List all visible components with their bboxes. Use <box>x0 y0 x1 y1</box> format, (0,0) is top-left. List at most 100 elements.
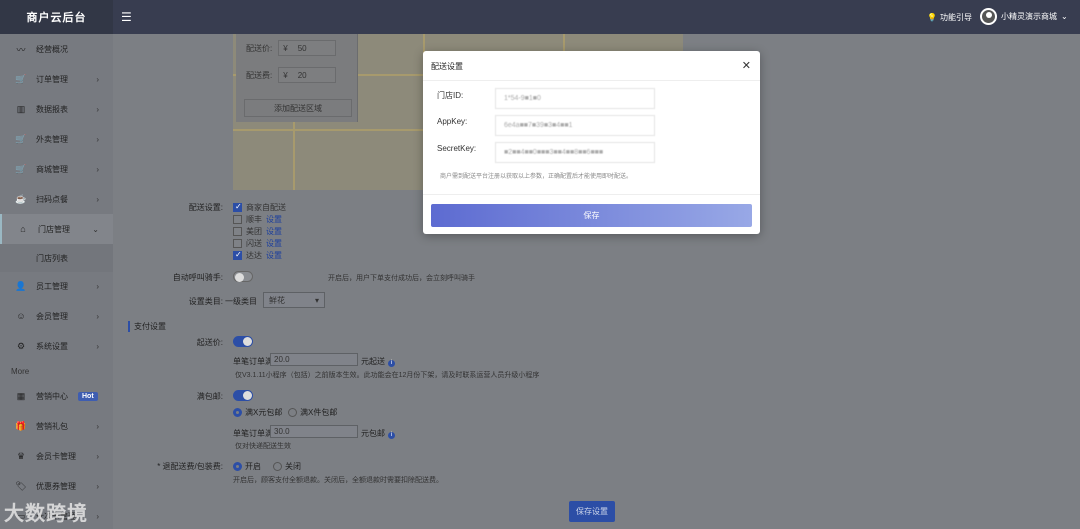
option-label: 顺丰 <box>246 215 262 224</box>
brand-title: 商户云后台 <box>0 0 113 34</box>
free-ship-suffix: 元包邮 i <box>361 428 395 439</box>
sidebar-item-mall[interactable]: 🛒 商城管理 › <box>0 154 113 184</box>
sidebar-item-label: 外卖管理 <box>36 134 68 144</box>
save-settings-button[interactable]: 保存设置 <box>569 501 615 522</box>
auto-call-toggle[interactable] <box>233 271 253 282</box>
chevron-right-icon: › <box>96 194 99 204</box>
sidebar-item-gift[interactable]: 🎁 营销礼包 › <box>0 411 113 441</box>
sidebar-item-label: 营销中心 <box>36 391 68 401</box>
sidebar-item-marketing[interactable]: ▦ 营销中心 Hot <box>0 381 113 411</box>
store-id-input[interactable]: 1*54-9■1■0 <box>495 88 655 109</box>
auto-call-label: 自动呼叫骑手: <box>172 273 223 282</box>
delivery-option-sf[interactable]: 顺丰 设置 <box>233 214 282 225</box>
delivery-label: 配送设置: <box>188 203 223 212</box>
currency-symbol: ¥ <box>283 70 288 80</box>
sidebar-item-settings[interactable]: ⚙ 系统设置 › <box>0 331 113 361</box>
chevron-right-icon: › <box>96 104 99 114</box>
setting-link[interactable]: 设置 <box>266 238 282 249</box>
sidebar-item-member-card[interactable]: ♛ 会员卡管理 › <box>0 441 113 471</box>
sidebar-item-scan-order[interactable]: ☕ 扫码点餐 › <box>0 184 113 214</box>
zone-fee-value: 20 <box>297 70 307 80</box>
user-menu[interactable]: 小精灵演示商城 ⌄ <box>980 8 1068 25</box>
menu-icon[interactable]: ☰ <box>121 10 132 24</box>
sidebar-item-reports[interactable]: ▥ 数据报表 › <box>0 94 113 124</box>
option-label: 美团 <box>246 227 262 236</box>
radio-selected[interactable] <box>233 408 242 418</box>
chevron-right-icon: › <box>96 481 99 491</box>
setting-link[interactable]: 设置 <box>266 214 282 225</box>
store-id-label: 门店ID: <box>437 91 464 100</box>
radio-label: 开启 <box>245 462 261 471</box>
checkbox[interactable] <box>233 250 242 260</box>
category-select[interactable]: 鲜花 ▾ <box>263 292 325 308</box>
sidebar-item-staff[interactable]: 👤 员工管理 › <box>0 271 113 301</box>
modal-save-button[interactable]: 保存 <box>431 204 752 227</box>
sidebar-item-stores[interactable]: ⌂ 门店管理 ⌄ <box>0 214 113 244</box>
chevron-right-icon: › <box>96 134 99 144</box>
sidebar: 〰经营概况 🛒 订单管理 › ▥ 数据报表 › 🛒 外卖管理 › 🛒 商城管理 › ☕ 扫码点餐 ›… <box>0 34 113 529</box>
radio-label: 满X件包邮 <box>300 408 338 417</box>
chevron-right-icon: › <box>96 451 99 461</box>
watermark: 大数跨境 <box>4 503 88 525</box>
setting-link[interactable]: 设置 <box>266 250 282 261</box>
info-icon[interactable]: i <box>388 360 395 367</box>
sidebar-item-takeout[interactable]: 🛒 外卖管理 › <box>0 124 113 154</box>
free-ship-radio-amount[interactable]: 满X元包邮 <box>233 407 282 418</box>
sidebar-item-label: 会员管理 <box>36 311 68 321</box>
free-ship-toggle[interactable] <box>233 390 253 401</box>
sidebar-subitem-store-list[interactable]: 门店列表 <box>0 244 113 272</box>
zone-price-input[interactable]: ¥50 <box>278 40 337 56</box>
free-ship-hint: 仅对快递配送生效 <box>235 443 291 450</box>
min-order-label: 起送价: <box>196 338 223 347</box>
min-order-hint: 仅V3.1.11小程序（包括）之前版本生效。此功能会在12月份下架，请及时联系运… <box>235 372 540 379</box>
chevron-right-icon: › <box>96 74 99 84</box>
delivery-option-dada[interactable]: 达达设置 <box>233 250 282 261</box>
trend-icon: 〰 <box>16 44 26 55</box>
sidebar-item-orders[interactable]: 🛒 订单管理 › <box>0 64 113 94</box>
avatar <box>980 8 997 25</box>
gift-icon: 🎁 <box>15 420 27 431</box>
sidebar-item-members[interactable]: ☺ 会员管理 › <box>0 301 113 331</box>
zone-fee-input[interactable]: ¥20 <box>278 67 337 83</box>
cart-icon: 🛒 <box>15 163 27 174</box>
info-icon[interactable]: i <box>388 432 395 439</box>
guide-link[interactable]: 💡 功能引导 <box>927 12 972 23</box>
refund-radio-off[interactable]: 关闭 <box>273 461 301 472</box>
zone-panel: 配送价: ¥50 配送费: ¥20 添加配送区域 <box>236 34 358 122</box>
setting-link[interactable]: 设置 <box>266 226 282 237</box>
close-icon[interactable]: ✕ <box>742 59 751 72</box>
radio-unselected[interactable] <box>273 462 282 472</box>
secretkey-input[interactable]: ■2■■4■■0■■■3■■4■■8■■6■■■ <box>495 142 655 163</box>
cart-icon: 🛒 <box>15 73 27 84</box>
delivery-option-shansong[interactable]: 闪送 设置 <box>233 238 282 249</box>
bar-chart-icon: ▥ <box>16 103 26 114</box>
checkbox[interactable] <box>233 239 242 248</box>
radio-unselected[interactable] <box>288 408 297 418</box>
checkbox[interactable] <box>233 227 242 236</box>
option-label: 闪送 <box>246 239 262 248</box>
delivery-option-meituan[interactable]: 美团 设置 <box>233 226 282 237</box>
radio-selected[interactable] <box>233 462 242 472</box>
sidebar-item-label: 经营概况 <box>36 44 68 54</box>
top-bar: 商户云后台 ☰ 💡 功能引导 小精灵演示商城 ⌄ <box>0 0 1080 34</box>
chevron-right-icon: › <box>96 164 99 174</box>
free-ship-input[interactable]: 30.0 <box>270 425 358 438</box>
cart-icon: 🛒 <box>15 133 27 144</box>
checkbox[interactable] <box>233 202 242 212</box>
hot-badge: Hot <box>78 391 98 401</box>
zone-fee-label: 配送费: <box>246 70 273 80</box>
checkbox[interactable] <box>233 215 242 224</box>
sidebar-item-label: 数据报表 <box>36 104 68 114</box>
refund-radio-on[interactable]: 开启 <box>233 461 261 472</box>
delivery-option-self[interactable]: 商家自配送 <box>233 202 286 213</box>
appkey-input[interactable]: 6e4a■■7■39■3■4■■1 <box>495 115 655 136</box>
divider <box>423 194 760 195</box>
min-order-input[interactable]: 20.0 <box>270 353 358 366</box>
free-ship-radio-count[interactable]: 满X件包邮 <box>288 407 337 418</box>
pay-section-title: 支付设置 <box>128 321 166 332</box>
secretkey-label: SecretKey: <box>437 144 477 153</box>
min-order-toggle[interactable] <box>233 336 253 347</box>
chevron-right-icon: › <box>96 511 99 521</box>
add-zone-button[interactable]: 添加配送区域 <box>244 99 352 117</box>
sidebar-item-overview[interactable]: 〰经营概况 <box>0 34 113 64</box>
